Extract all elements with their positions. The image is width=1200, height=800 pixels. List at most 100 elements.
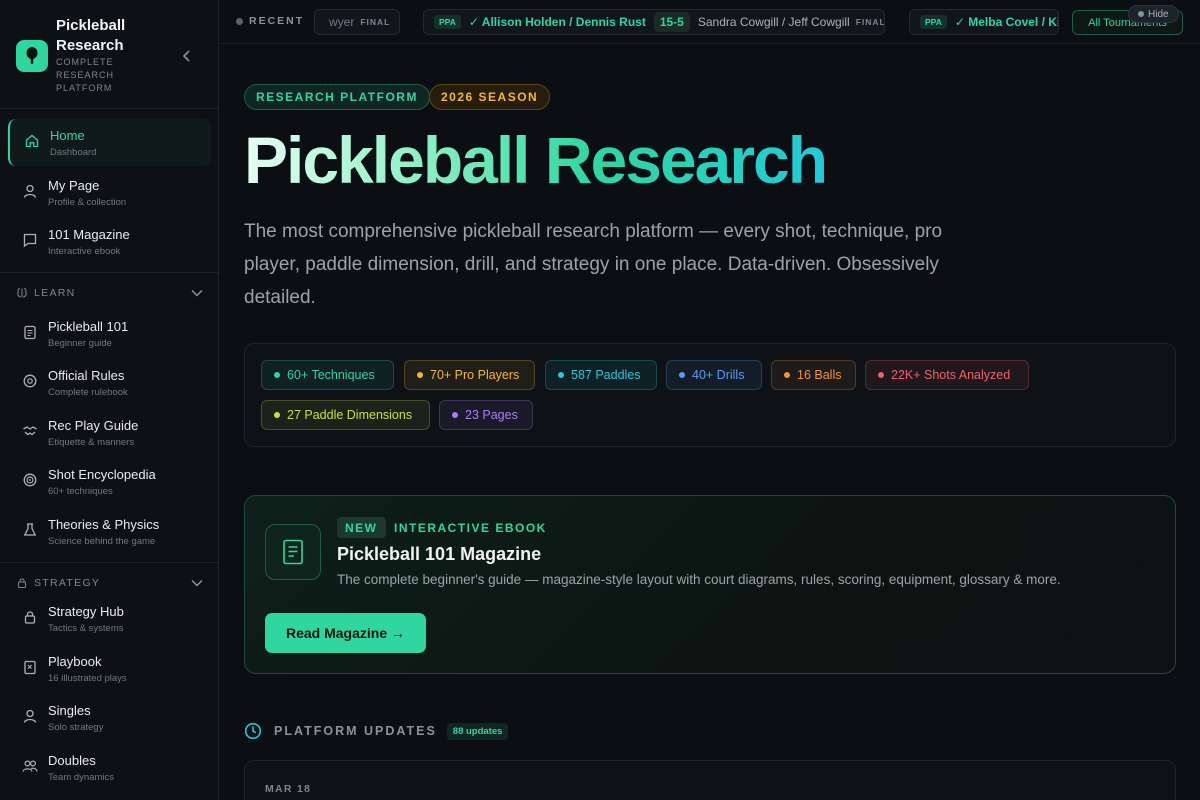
page-title: Pickleball Research bbox=[244, 123, 828, 197]
recent-label: RECENT bbox=[236, 15, 304, 27]
sidebar-item-label: 101 Magazine bbox=[48, 227, 130, 242]
brand-subtitle: COMPLETE RESEARCH PLATFORM bbox=[56, 57, 115, 93]
sidebar-item-101-magazine[interactable]: 101 Magazine Interactive ebook bbox=[8, 218, 211, 265]
book-icon bbox=[265, 524, 321, 580]
season-pill: 2026 SEASON bbox=[429, 84, 551, 110]
magazine-promo-card: NEW INTERACTIVE EBOOK Pickleball 101 Mag… bbox=[244, 495, 1176, 674]
stat-chip[interactable]: 587 Paddles bbox=[545, 360, 657, 390]
ebook-description: The complete beginner's guide — magazine… bbox=[337, 572, 1061, 587]
sidebar-item-label: Strategy Hub bbox=[48, 604, 124, 619]
sidebar-item-sub: Interactive ebook bbox=[48, 246, 121, 257]
stat-dot-icon bbox=[417, 372, 423, 378]
stat-chip[interactable]: 27 Paddle Dimensions bbox=[261, 400, 430, 430]
match-score: 15-5 bbox=[653, 12, 690, 32]
sidebar-item-sub: Team dynamics bbox=[48, 772, 114, 783]
book-open-icon bbox=[23, 233, 37, 248]
stat-dot-icon bbox=[274, 372, 280, 378]
match-loser: wyer bbox=[329, 15, 355, 29]
sidebar-item-singles[interactable]: Singles Solo strategy bbox=[8, 694, 211, 741]
sidebar-item-label: Playbook bbox=[48, 654, 102, 669]
sidebar-item-label: Home bbox=[50, 128, 85, 143]
sidebar: Pickleball Research COMPLETE RESEARCH PL… bbox=[0, 0, 219, 800]
brain-icon bbox=[17, 288, 27, 298]
sidebar-item-home[interactable]: Home Dashboard bbox=[8, 119, 211, 166]
update-card[interactable]: MAR 18 bbox=[244, 760, 1176, 800]
tour-badge: PPA bbox=[920, 15, 947, 29]
sidebar-item-theories-physics[interactable]: Theories & Physics Science behind the ga… bbox=[8, 508, 211, 555]
sidebar-item-official-rules[interactable]: Official Rules Complete rulebook bbox=[8, 359, 211, 406]
rules-icon bbox=[23, 374, 37, 388]
hide-ticker-button[interactable]: Hide bbox=[1128, 5, 1179, 23]
sidebar-item-sub: Etiquette & manners bbox=[48, 437, 135, 448]
sidebar-item-my-page[interactable]: My Page Profile & collection bbox=[8, 169, 211, 216]
sidebar-item-playbook[interactable]: Playbook 16 illustrated plays bbox=[8, 645, 211, 692]
lock-icon bbox=[18, 578, 26, 588]
chevron-down-icon bbox=[191, 289, 203, 297]
stat-chip[interactable]: 22K+ Shots Analyzed bbox=[865, 360, 1029, 390]
users-icon bbox=[22, 760, 38, 772]
sidebar-item-rec-play-guide[interactable]: Rec Play Guide Etiquette & manners bbox=[8, 409, 211, 456]
updates-label: PLATFORM UPDATES bbox=[274, 724, 437, 738]
match-loser: Sandra Cowgill / Jeff Cowgill bbox=[697, 15, 850, 29]
stat-chip[interactable]: 40+ Drills bbox=[666, 360, 762, 390]
clock-icon bbox=[244, 722, 262, 740]
sidebar-item-sub: Science behind the game bbox=[48, 536, 156, 547]
results-ticker: RECENT wyer FINAL PPA ✓ Allison Holden /… bbox=[220, 0, 1200, 44]
brand-title: Pickleball Research bbox=[56, 17, 126, 54]
stat-chip[interactable]: 23 Pages bbox=[439, 400, 533, 430]
stat-chip[interactable]: 16 Balls bbox=[771, 360, 856, 390]
match-status: FINAL bbox=[855, 17, 885, 27]
sidebar-item-label: Rec Play Guide bbox=[48, 418, 139, 433]
ebook-kind-label: INTERACTIVE EBOOK bbox=[394, 521, 547, 535]
clipboard-icon bbox=[24, 325, 36, 340]
stat-label: 23 Pages bbox=[465, 408, 518, 422]
match-winner: ✓ Melba Covel / Ki bbox=[954, 15, 1059, 29]
section-label: STRATEGY bbox=[34, 577, 101, 589]
collapse-sidebar-chevron-left-icon[interactable] bbox=[178, 47, 196, 65]
brand-header: Pickleball Research COMPLETE RESEARCH PL… bbox=[0, 0, 218, 109]
hero-description: The most comprehensive pickleball resear… bbox=[244, 221, 943, 308]
new-badge: NEW bbox=[337, 517, 386, 538]
user-icon bbox=[23, 709, 37, 723]
updates-count-badge: 88 updates bbox=[446, 722, 509, 740]
sidebar-item-sub: Complete rulebook bbox=[48, 387, 128, 398]
stat-label: 22K+ Shots Analyzed bbox=[891, 368, 1011, 382]
stat-chip[interactable]: 70+ Pro Players bbox=[404, 360, 535, 390]
hide-dot-icon bbox=[1138, 11, 1144, 17]
stat-label: 40+ Drills bbox=[692, 368, 745, 382]
stat-chip[interactable]: 60+ Techniques bbox=[261, 360, 394, 390]
stat-dot-icon bbox=[452, 412, 458, 418]
match-status: FINAL bbox=[360, 17, 391, 27]
sidebar-item-sub: Beginner guide bbox=[48, 338, 112, 349]
stat-label: 27 Paddle Dimensions bbox=[287, 408, 413, 422]
lock-icon bbox=[24, 611, 36, 624]
sidebar-item-sub: Solo strategy bbox=[48, 722, 104, 733]
match-card[interactable]: PPA ✓ Allison Holden / Dennis Rust 15-5 … bbox=[423, 9, 885, 35]
sidebar-item-sub: Dashboard bbox=[50, 147, 97, 158]
sidebar-item-label: Doubles bbox=[48, 753, 96, 768]
sidebar-item-label: Official Rules bbox=[48, 368, 125, 383]
stat-dot-icon bbox=[274, 412, 280, 418]
match-card-partial[interactable]: wyer FINAL bbox=[314, 9, 400, 35]
stat-dot-icon bbox=[784, 372, 790, 378]
recent-text: RECENT bbox=[249, 15, 305, 27]
sidebar-item-pickleball-101[interactable]: Pickleball 101 Beginner guide bbox=[8, 310, 211, 357]
sidebar-item-shot-encyclopedia[interactable]: Shot Encyclopedia 60+ techniques bbox=[8, 458, 211, 505]
sidebar-item-sub: 60+ techniques bbox=[48, 486, 113, 497]
sidebar-item-sub: Tactics & systems bbox=[48, 623, 124, 634]
sidebar-item-label: Pickleball 101 bbox=[48, 319, 129, 334]
stat-dot-icon bbox=[558, 372, 564, 378]
stat-label: 16 Balls bbox=[797, 368, 842, 382]
sidebar-item-strategy-hub[interactable]: Strategy Hub Tactics & systems bbox=[8, 595, 211, 642]
stat-label: 587 Paddles bbox=[571, 368, 641, 382]
sidebar-item-doubles[interactable]: Doubles Team dynamics bbox=[8, 744, 211, 791]
hide-label: Hide bbox=[1148, 8, 1169, 20]
stat-label: 70+ Pro Players bbox=[430, 368, 520, 382]
section-label: LEARN bbox=[34, 287, 76, 299]
stat-dot-icon bbox=[679, 372, 685, 378]
platform-updates-header: PLATFORM UPDATES 88 updates bbox=[244, 720, 509, 742]
match-card-partial[interactable]: PPA ✓ Melba Covel / Ki bbox=[909, 9, 1059, 35]
handshake-icon bbox=[23, 426, 37, 436]
read-magazine-button[interactable]: Read Magazine → bbox=[265, 613, 426, 653]
section-learn[interactable]: LEARN bbox=[0, 272, 218, 312]
